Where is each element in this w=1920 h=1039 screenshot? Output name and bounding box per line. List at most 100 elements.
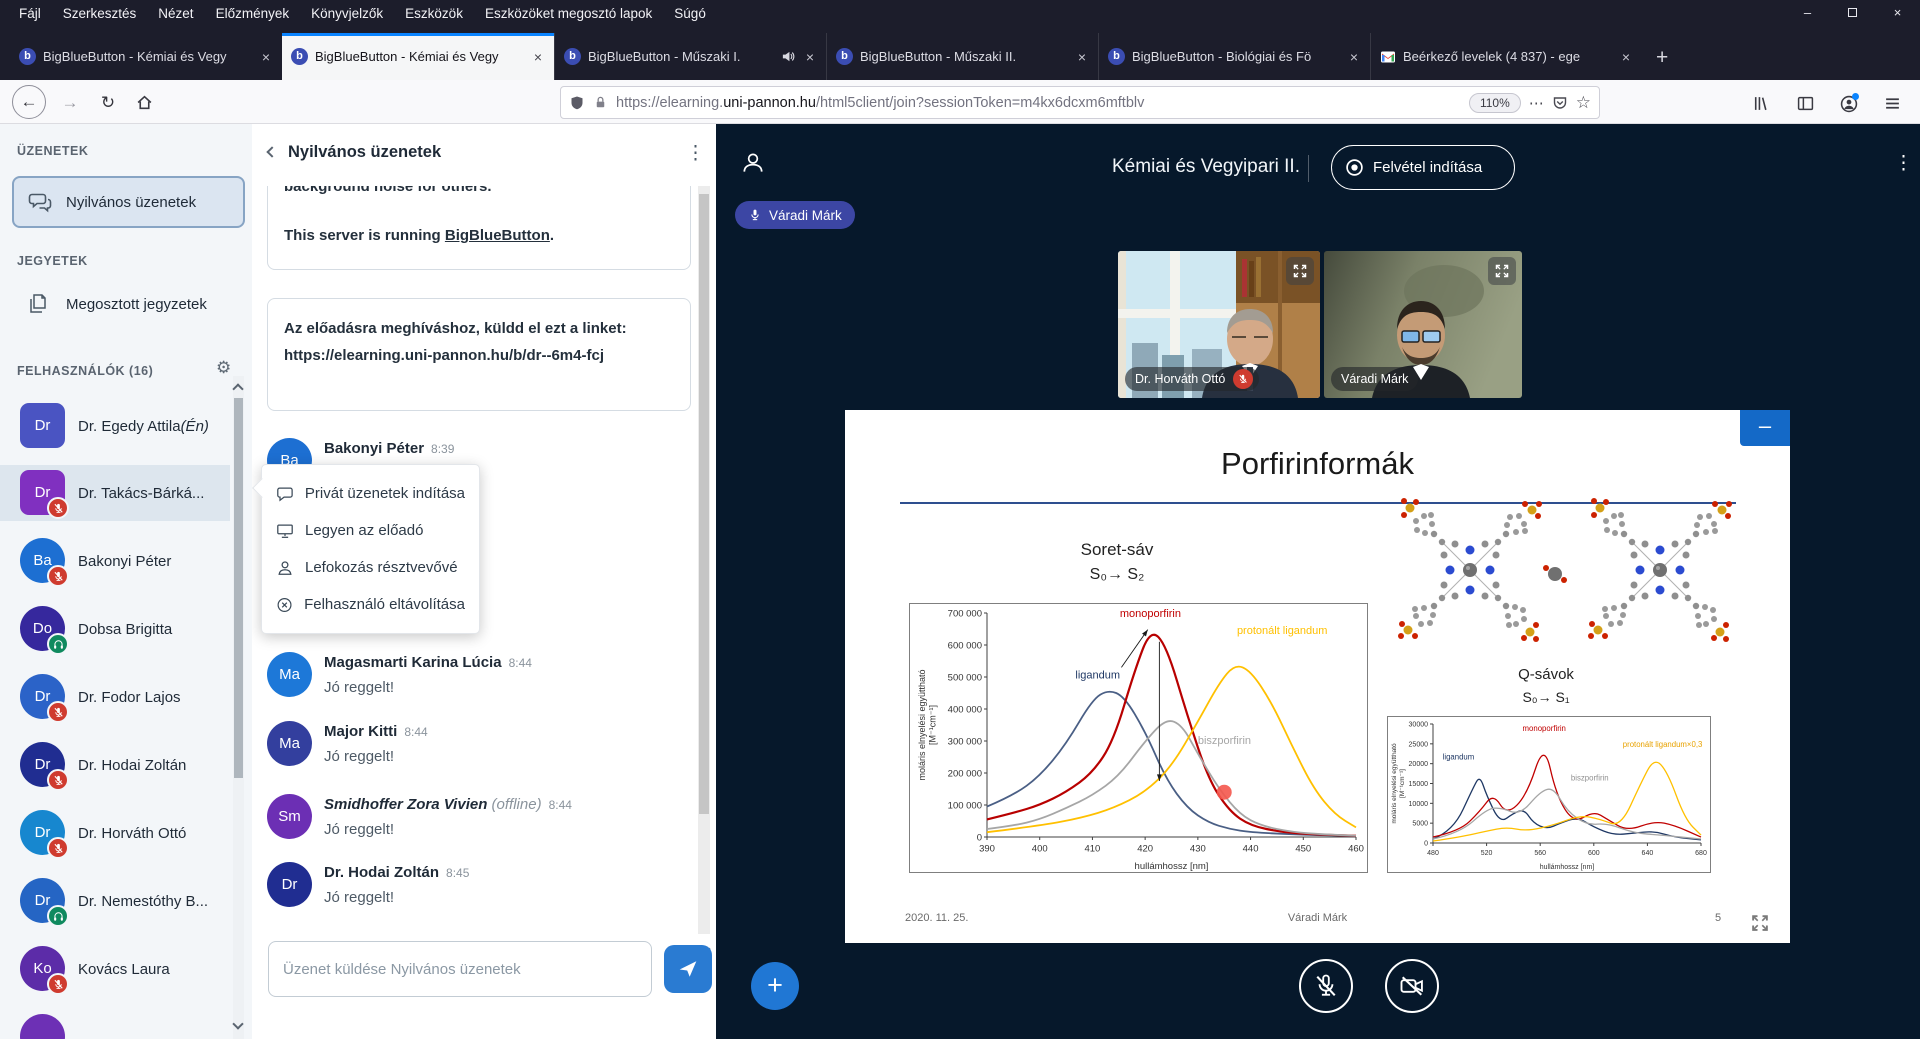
menu-history[interactable]: Előzmények	[205, 6, 301, 21]
menu-view[interactable]: Nézet	[147, 6, 204, 21]
new-tab-button[interactable]: +	[1642, 35, 1682, 80]
menu-tools[interactable]: Eszközök	[394, 6, 474, 21]
tab-close-icon[interactable]: ×	[1619, 49, 1633, 65]
user-list-item[interactable]: Do Dobsa Brigitta	[0, 601, 230, 657]
user-list-item-selected[interactable]: Dr Dr. Takács-Bárká...	[0, 465, 230, 521]
menu-item-demote-viewer[interactable]: Lefokozás résztvevővé	[262, 549, 479, 586]
section-notes: JEGYETEK	[17, 254, 88, 268]
chat-scrollbar[interactable]	[698, 186, 710, 934]
talking-indicator[interactable]: Váradi Márk	[735, 201, 855, 229]
minimize-presentation-button[interactable]: –	[1740, 410, 1790, 446]
scrollbar-thumb[interactable]	[234, 398, 243, 778]
tab-close-icon[interactable]: ×	[531, 49, 545, 65]
svg-text:450: 450	[1295, 844, 1311, 855]
scrollbar-thumb[interactable]	[699, 194, 709, 814]
tab-audio-icon[interactable]	[781, 49, 796, 64]
menu-help[interactable]: Súgó	[663, 6, 717, 21]
webcam-horvath[interactable]: Dr. Horváth Ottó	[1118, 251, 1320, 398]
tab-bbb-muszaki-1[interactable]: b BigBlueButton - Műszaki I. ×	[554, 33, 826, 80]
home-button[interactable]	[136, 94, 153, 116]
lock-icon[interactable]	[593, 95, 608, 110]
user-list-item[interactable]: Ko Kovács Laura	[0, 941, 230, 997]
user-list-item[interactable]: Dr Dr. Nemestóthy B...	[0, 873, 230, 929]
tab-close-icon[interactable]: ×	[803, 49, 817, 65]
q-subheading: S₀→ S₁	[1406, 689, 1686, 705]
avatar: Dr	[267, 862, 312, 907]
forward-button[interactable]: →	[58, 93, 82, 113]
user-list-item[interactable]: Dr Dr. Fodor Lajos	[0, 669, 230, 725]
tab-bbb-kemiai-1[interactable]: b BigBlueButton - Kémiai és Vegy ×	[10, 33, 282, 80]
user-list-item[interactable]: Dr Dr. Egedy Attila (Én)	[0, 398, 230, 454]
bookmark-star-icon[interactable]: ☆	[1576, 93, 1591, 113]
tab-bbb-biologiai[interactable]: b BigBlueButton - Biológiai és Fö ×	[1098, 33, 1370, 80]
user-list-item[interactable]: Dr Dr. Hodai Zoltán	[0, 737, 230, 793]
unmute-microphone-button[interactable]	[1299, 959, 1353, 1013]
account-button[interactable]	[1840, 95, 1858, 118]
svg-text:biszporfirin: biszporfirin	[1198, 735, 1251, 747]
tab-close-icon[interactable]: ×	[1347, 49, 1361, 65]
manage-users-gear-icon[interactable]: ⚙	[216, 358, 231, 378]
tab-gmail[interactable]: Beérkező levelek (4 837) - ege ×	[1370, 33, 1642, 80]
chat-header: Nyilvános üzenetek ⋮	[252, 124, 716, 182]
actions-plus-button[interactable]: +	[751, 962, 799, 1010]
chat-message-list[interactable]: background noise for others. This server…	[252, 186, 698, 934]
user-status-button[interactable]	[740, 150, 766, 181]
user-list-item[interactable]: Ba Bakonyi Péter	[0, 533, 230, 589]
webcam-fullscreen-button[interactable]	[1488, 257, 1516, 285]
user-list-scrollbar[interactable]	[233, 376, 244, 1039]
chat-back-chevron-icon[interactable]	[266, 146, 277, 157]
bigbluebutton-link[interactable]: BigBlueButton	[445, 227, 550, 244]
options-menu-icon[interactable]: ⋮	[1894, 152, 1913, 175]
menu-item-remove-user[interactable]: Felhasználó eltávolítása	[262, 586, 479, 623]
bbb-sidebar: ÜZENETEK Nyilvános üzenetek JEGYETEK Meg…	[0, 124, 252, 1039]
menu-shared-tabs[interactable]: Eszközöket megosztó lapok	[474, 6, 663, 21]
bbb-app: ÜZENETEK Nyilvános üzenetek JEGYETEK Meg…	[0, 124, 1920, 1039]
user-context-menu: Privát üzenetek indítása Legyen az előad…	[261, 464, 480, 634]
chat-message-input[interactable]	[268, 941, 652, 997]
share-webcam-button[interactable]	[1385, 959, 1439, 1013]
presentation-whiteboard[interactable]: – Porfirinformák Soret-sáv S₀→ S₂ 0100 0…	[845, 410, 1790, 943]
svg-text:10000: 10000	[1409, 801, 1429, 808]
send-message-button[interactable]	[664, 945, 712, 993]
scroll-up-icon[interactable]	[234, 380, 242, 398]
menu-item-private-chat[interactable]: Privát üzenetek indítása	[262, 475, 479, 512]
pocket-icon[interactable]	[1552, 95, 1568, 111]
webcam-fullscreen-button[interactable]	[1286, 257, 1314, 285]
tab-close-icon[interactable]: ×	[1075, 49, 1089, 65]
scroll-down-icon[interactable]	[234, 1015, 242, 1033]
notes-icon	[26, 292, 50, 316]
svg-text:30000: 30000	[1409, 721, 1429, 728]
page-actions-icon[interactable]: ⋯	[1529, 94, 1544, 112]
chat-title[interactable]: Nyilvános üzenetek	[288, 143, 441, 162]
user-list-item[interactable]: Dr Dr. Horváth Ottó	[0, 805, 230, 861]
tab-bbb-kemiai-2-active[interactable]: b BigBlueButton - Kémiai és Vegy ×	[282, 33, 554, 80]
menu-item-make-presenter[interactable]: Legyen az előadó	[262, 512, 479, 549]
tab-bbb-muszaki-2[interactable]: b BigBlueButton - Műszaki II. ×	[826, 33, 1098, 80]
tab-close-icon[interactable]: ×	[259, 49, 273, 65]
muted-mic-badge	[47, 973, 69, 995]
window-close-button[interactable]: ×	[1875, 0, 1920, 27]
tracking-shield-icon[interactable]	[569, 95, 585, 111]
app-menu-button[interactable]	[1884, 95, 1901, 117]
menu-bookmarks[interactable]: Könyvjelzők	[300, 6, 394, 21]
library-button[interactable]	[1752, 95, 1769, 117]
sidebar-item-public-chat[interactable]: Nyilvános üzenetek	[12, 176, 245, 228]
chat-options-menu-icon[interactable]: ⋮	[686, 142, 705, 165]
sidebar-toggle-button[interactable]	[1797, 95, 1814, 117]
zoom-level-indicator[interactable]: 110%	[1469, 93, 1521, 113]
webcam-varadi[interactable]: Váradi Márk	[1324, 251, 1522, 398]
avatar: Dr	[20, 403, 65, 448]
window-minimize-button[interactable]: –	[1785, 0, 1830, 27]
user-list-item[interactable]	[0, 1009, 230, 1039]
sidebar-item-shared-notes[interactable]: Megosztott jegyzetek	[12, 282, 245, 326]
reload-button[interactable]: ↻	[96, 93, 120, 113]
menu-file[interactable]: Fájl	[8, 6, 52, 21]
url-bar[interactable]: https://elearning.uni-pannon.hu/html5cli…	[560, 86, 1600, 119]
presentation-fullscreen-button[interactable]	[1750, 913, 1770, 938]
window-maximize-button[interactable]	[1830, 0, 1875, 27]
back-button[interactable]: ←	[12, 85, 46, 119]
url-text[interactable]: https://elearning.uni-pannon.hu/html5cli…	[616, 95, 1461, 111]
bbb-favicon: b	[291, 48, 308, 65]
menu-edit[interactable]: Szerkesztés	[52, 6, 148, 21]
start-recording-button[interactable]: Felvétel indítása	[1331, 145, 1515, 190]
